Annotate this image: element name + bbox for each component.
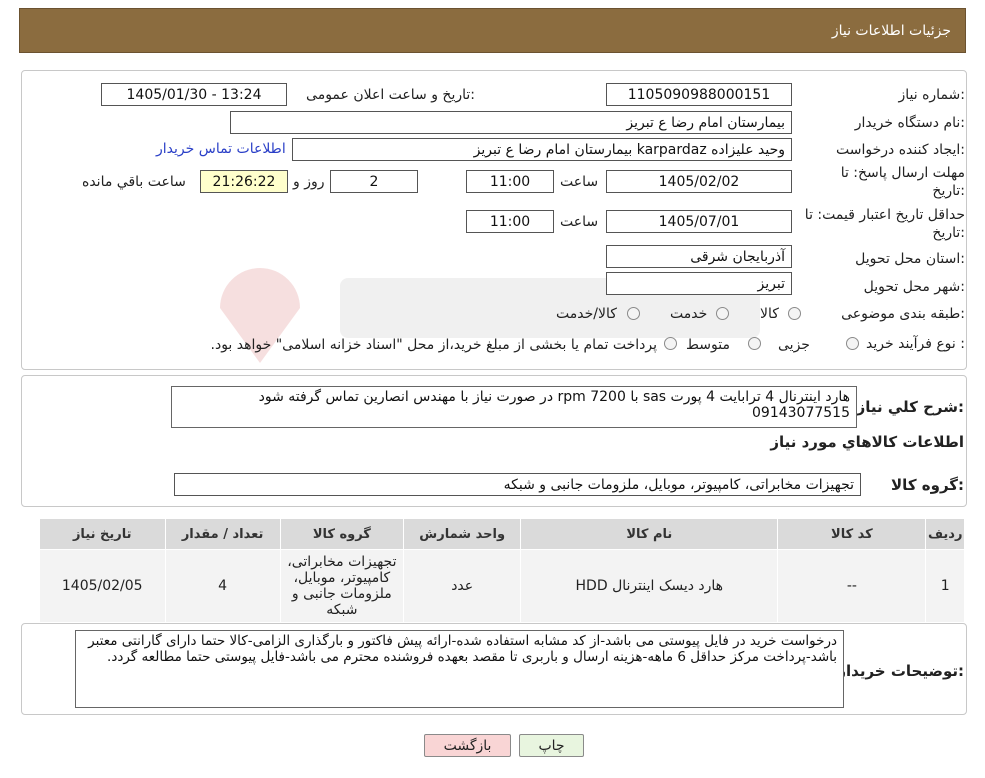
print-button[interactable]: چاپ [519, 734, 584, 757]
buyer-notes-textarea[interactable]: درخواست خرید در فایل پیوستی می باشد-از ک… [75, 630, 844, 708]
announce-datetime-field[interactable]: 1405/01/30 - 13:24 [101, 83, 287, 106]
description-label: شرح كلي نياز: [856, 398, 964, 416]
back-button[interactable]: بازگشت [424, 734, 511, 757]
need-number-label: شماره نیاز: [898, 87, 965, 103]
process-radio-minor[interactable] [846, 337, 859, 350]
cell-item-group: تجهیزات مخابراتی، کامپیوتر، موبایل، ملزو… [279, 549, 405, 623]
buyer-notes-label: توضیحات خریدار: [837, 662, 964, 680]
deadline-time-label: ساعت [560, 174, 599, 190]
process-radio-medium[interactable] [748, 337, 761, 350]
city-field[interactable]: تبریز [606, 272, 792, 295]
category-option-service: خدمت [670, 306, 708, 322]
cell-item-name: هارد دیسک اینترنال HDD [520, 549, 779, 623]
category-radio-goods-service[interactable] [627, 307, 640, 320]
col-item-name: نام کالا [520, 518, 779, 550]
days-label: روز و [293, 174, 325, 190]
creator-field[interactable]: وحید علیزاده karpardaz بیمارستان امام رض… [292, 138, 792, 161]
goods-section-title: اطلاعات كالاهاي مورد نياز [770, 433, 964, 451]
deadline-label-date: تاریخ: [932, 183, 965, 199]
process-label: نوع فرآیند خرید : [866, 336, 965, 352]
process-option-minor: جزیی [778, 337, 810, 353]
deadline-date-field[interactable]: 1405/02/02 [606, 170, 792, 193]
category-option-goods: کالا [760, 306, 779, 322]
col-need-date: تاریخ نیاز [39, 518, 166, 550]
validity-label: حداقل تاریخ اعتبار قیمت: تا [804, 207, 965, 223]
col-item-code: کد کالا [777, 518, 927, 550]
validity-date-field[interactable]: 1405/07/01 [606, 210, 792, 233]
days-remaining-field[interactable]: 2 [330, 170, 418, 193]
category-option-goods-service: کالا/خدمت [556, 306, 617, 322]
process-option-medium: متوسط [686, 337, 730, 353]
cell-row-number: 1 [925, 549, 965, 623]
goods-group-label: گروه کالا: [891, 476, 964, 494]
page-header: جزئیات اطلاعات نیاز [19, 8, 966, 53]
announce-label: تاریخ و ساعت اعلان عمومی: [306, 87, 475, 103]
need-number-field[interactable]: 1105090988000151 [606, 83, 792, 106]
city-label: شهر محل تحویل: [863, 279, 965, 295]
deadline-label: مهلت ارسال پاسخ: تا [840, 165, 965, 181]
buyer-org-label: نام دستگاه خریدار: [854, 115, 965, 131]
buyer-org-field[interactable]: بیمارستان امام رضا ع تبریز [230, 111, 792, 134]
validity-time-label: ساعت [560, 214, 599, 230]
cell-quantity: 4 [164, 549, 281, 623]
validity-time-field[interactable]: 11:00 [466, 210, 554, 233]
time-remaining-field: 21:26:22 [200, 170, 288, 193]
category-label: طبقه بندی موضوعی: [841, 306, 965, 322]
buyer-contact-link[interactable]: اطلاعات تماس خریدار [156, 141, 286, 157]
province-field[interactable]: آذربایجان شرقی [606, 245, 792, 268]
description-textarea[interactable]: هارد اینترنال 4 ترابایت 4 پورت sas با rp… [171, 386, 857, 428]
deadline-time-field[interactable]: 11:00 [466, 170, 554, 193]
cell-need-date: 1405/02/05 [39, 549, 166, 623]
goods-group-field[interactable]: تجهیزات مخابراتی، کامپیوتر، موبایل، ملزو… [174, 473, 861, 496]
col-unit: واحد شمارش [403, 518, 522, 550]
process-radio-treasury[interactable] [664, 337, 677, 350]
col-row-number: ردیف [925, 518, 965, 550]
validity-label-date: تاریخ: [932, 225, 965, 241]
table-header-row: ردیف کد کالا نام کالا واحد شمارش گروه کا… [39, 518, 965, 550]
cell-item-code: -- [777, 549, 927, 623]
goods-table: ردیف کد کالا نام کالا واحد شمارش گروه کا… [39, 518, 965, 623]
process-treasury-note: پرداخت تمام یا بخشی از مبلغ خرید،از محل … [210, 337, 657, 353]
category-radio-goods[interactable] [788, 307, 801, 320]
province-label: استان محل تحویل: [855, 251, 965, 267]
category-radio-service[interactable] [716, 307, 729, 320]
table-row: 1 -- هارد دیسک اینترنال HDD عدد تجهیزات … [39, 549, 965, 623]
creator-label: ایجاد کننده درخواست: [836, 142, 965, 158]
cell-unit: عدد [403, 549, 522, 623]
time-remaining-label: ساعت باقي مانده [82, 174, 186, 190]
col-quantity: تعداد / مقدار [164, 518, 281, 550]
col-item-group: گروه کالا [279, 518, 405, 550]
page-title: جزئیات اطلاعات نیاز [831, 22, 951, 39]
